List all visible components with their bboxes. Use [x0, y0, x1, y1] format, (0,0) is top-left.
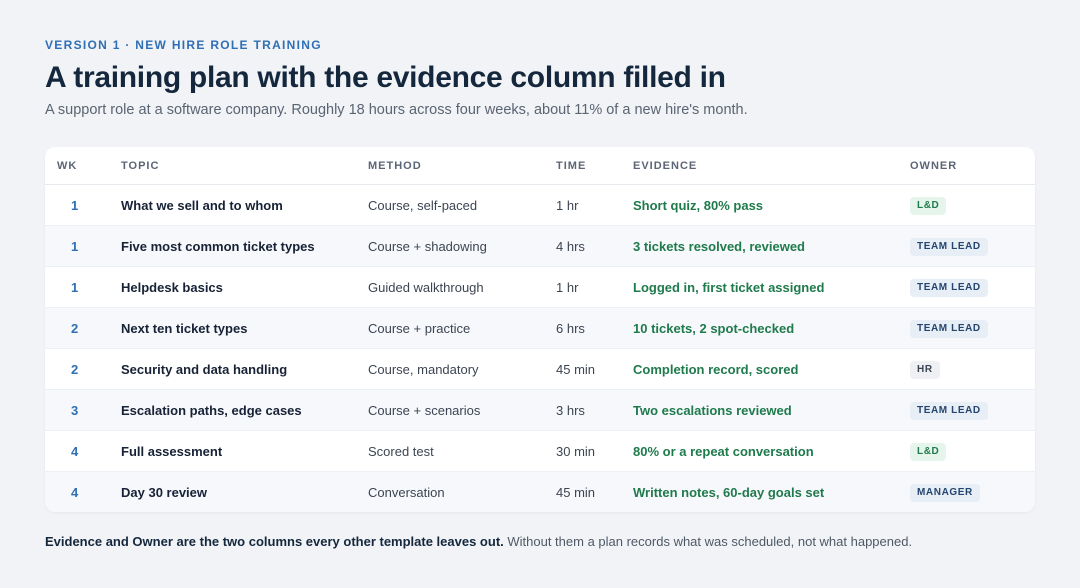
- cell-topic: Next ten ticket types: [121, 320, 248, 336]
- cell-evidence: Two escalations reviewed: [633, 402, 792, 418]
- cell-evidence: Short quiz, 80% pass: [633, 197, 764, 213]
- table-row: 2 Next ten ticket types Course + practic…: [45, 308, 1035, 349]
- owner-badge: MANAGER: [910, 484, 980, 502]
- column-header-wk: WK: [57, 159, 78, 172]
- cell-time: 4 hrs: [556, 238, 585, 254]
- column-header-time: TIME: [556, 159, 587, 172]
- cell-evidence: Written notes, 60-day goals set: [633, 485, 825, 500]
- training-plan-table: WK TOPIC METHOD TIME EVIDENCE OWNER 1 Wh…: [45, 147, 1035, 512]
- cell-topic: Escalation paths, edge cases: [121, 402, 302, 418]
- table-row: 1 Five most common ticket types Course +…: [45, 226, 1035, 267]
- cell-wk: 3: [71, 402, 79, 418]
- table-row: 3 Escalation paths, edge cases Course + …: [45, 390, 1035, 431]
- cell-owner: TEAM LEAD: [910, 401, 1035, 420]
- owner-badge: TEAM LEAD: [910, 237, 988, 256]
- cell-topic: Helpdesk basics: [121, 279, 223, 295]
- owner-badge: TEAM LEAD: [910, 319, 988, 338]
- cell-owner: TEAM LEAD: [910, 319, 1035, 338]
- cell-owner: MANAGER: [910, 483, 1035, 502]
- cell-evidence: Completion record, scored: [633, 361, 799, 377]
- cell-method: Course, mandatory: [368, 361, 479, 377]
- cell-time: 30 min: [556, 443, 596, 459]
- cell-wk: 4: [71, 443, 79, 459]
- cell-method: Course, self-paced: [368, 197, 478, 213]
- cell-time: 45 min: [556, 485, 596, 500]
- cell-method: Course + scenarios: [368, 402, 481, 418]
- cell-owner: L&D: [910, 442, 1035, 461]
- owner-badge: L&D: [910, 442, 947, 461]
- page-subtitle: A support role at a software company. Ro…: [45, 102, 748, 118]
- cell-method: Guided walkthrough: [368, 279, 484, 295]
- cell-method: Course + practice: [368, 320, 471, 336]
- table-row: 1 Helpdesk basics Guided walkthrough 1 h…: [45, 267, 1035, 308]
- cell-time: 45 min: [556, 361, 596, 377]
- cell-topic: What we sell and to whom: [121, 197, 283, 213]
- owner-badge: TEAM LEAD: [910, 401, 988, 420]
- cell-owner: TEAM LEAD: [910, 278, 1035, 297]
- cell-method: Conversation: [368, 485, 445, 500]
- cell-wk: 1: [71, 279, 79, 295]
- table-row: 1 What we sell and to whom Course, self-…: [45, 185, 1035, 226]
- cell-wk: 2: [71, 361, 79, 377]
- cell-owner: L&D: [910, 196, 1035, 215]
- cell-method: Course + shadowing: [368, 238, 487, 254]
- cell-evidence: 10 tickets, 2 spot-checked: [633, 320, 795, 336]
- cell-wk: 2: [71, 320, 79, 336]
- cell-evidence: 3 tickets resolved, reviewed: [633, 238, 805, 254]
- table-row: 4 Day 30 review Conversation 45 min Writ…: [45, 472, 1035, 512]
- owner-badge: TEAM LEAD: [910, 278, 988, 297]
- table-header-row: WK TOPIC METHOD TIME EVIDENCE OWNER: [45, 147, 1035, 185]
- cell-owner: HR: [910, 360, 1035, 379]
- cell-wk: 1: [71, 238, 79, 254]
- cell-time: 3 hrs: [556, 402, 585, 418]
- cell-evidence: 80% or a repeat conversation: [633, 443, 814, 459]
- cell-time: 6 hrs: [556, 320, 585, 336]
- column-header-owner: OWNER: [910, 159, 958, 172]
- cell-topic: Security and data handling: [121, 361, 288, 377]
- cell-wk: 4: [71, 485, 79, 500]
- footnote-emphasis: Evidence and Owner are the two columns e…: [45, 534, 504, 549]
- table-row: 4 Full assessment Scored test 30 min 80%…: [45, 431, 1035, 472]
- cell-owner: TEAM LEAD: [910, 237, 1035, 256]
- footnote: Evidence and Owner are the two columns e…: [45, 533, 1035, 551]
- cell-time: 1 hr: [556, 279, 579, 295]
- cell-time: 1 hr: [556, 197, 579, 213]
- cell-topic: Day 30 review: [121, 485, 208, 500]
- page: VERSION 1 · NEW HIRE ROLE TRAINING A tra…: [0, 0, 1080, 588]
- cell-wk: 1: [71, 197, 79, 213]
- footnote-text: Without them a plan records what was sch…: [503, 534, 913, 549]
- column-header-topic: TOPIC: [121, 159, 160, 172]
- table-row: 2 Security and data handling Course, man…: [45, 349, 1035, 390]
- cell-topic: Five most common ticket types: [121, 238, 315, 254]
- cell-method: Scored test: [368, 443, 434, 459]
- column-header-method: METHOD: [368, 159, 422, 172]
- eyebrow-label: VERSION 1 · NEW HIRE ROLE TRAINING: [45, 38, 322, 52]
- owner-badge: L&D: [910, 196, 947, 215]
- cell-topic: Full assessment: [121, 443, 223, 459]
- column-header-evidence: EVIDENCE: [633, 159, 698, 172]
- page-title: A training plan with the evidence column…: [45, 61, 726, 94]
- cell-evidence: Logged in, first ticket assigned: [633, 279, 825, 295]
- owner-badge: HR: [910, 360, 940, 379]
